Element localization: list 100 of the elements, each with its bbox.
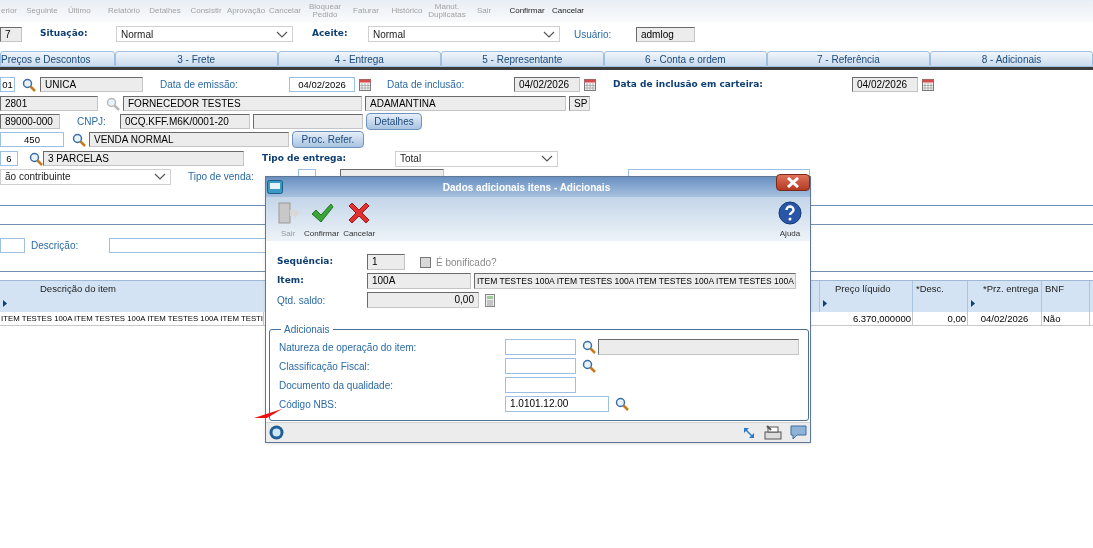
calendar-icon[interactable] [584,78,596,91]
field-label: Data de inclusão: [387,78,465,92]
dropdown[interactable]: Normal [368,26,560,42]
readonly-field[interactable]: admlog [636,26,695,42]
field-label: Tipo de venda: [188,170,254,184]
field-label: Documento da qualidade: [279,378,394,393]
tab[interactable]: 7 - Referência [766,51,930,67]
triangle-icon [3,300,7,308]
chevron-icon [541,155,553,162]
chevron-icon [276,30,288,38]
readonly-field[interactable]: 2801 [0,96,98,111]
input-field[interactable]: 1.0101.12.00 [505,396,609,412]
table-cell: 6.370,000000 [820,312,913,325]
field-label: Data de emissão: [160,78,238,92]
speech-bubble-icon[interactable] [790,425,807,440]
field-label: Descrição: [31,238,79,253]
readonly-field[interactable]: 0CQ.KFF.M6K/0001-20 [120,114,250,129]
window-icon [267,180,283,194]
calendar-icon[interactable] [359,78,371,91]
tab[interactable]: 4 - Entrega [277,51,441,67]
printer-icon[interactable] [764,424,782,441]
readonly-field[interactable]: 0,00 [367,292,479,308]
readonly-field[interactable]: ADAMANTINA [365,96,566,111]
dropdown[interactable]: ão contribuinte [0,168,171,185]
readonly-field[interactable]: UNICA [40,77,143,92]
readonly-field[interactable]: FORNECEDOR TESTES [123,96,362,111]
readonly-field[interactable]: SP [569,96,590,111]
search-icon[interactable] [22,77,36,92]
input-field[interactable]: 6 [0,151,18,166]
readonly-field[interactable]: 1 [367,254,405,270]
toolbar-button[interactable]: Cancelar [341,201,378,240]
close-button[interactable] [776,174,810,191]
search-icon[interactable] [582,359,596,373]
column-header[interactable]: *Desc. [913,281,968,312]
triangle-icon [823,300,827,308]
action-button[interactable]: Detalhes [366,113,422,130]
checkmark-icon [309,201,334,225]
search-icon[interactable] [29,151,43,166]
field-label: Classificação Fiscal: [279,359,371,374]
field-label: Qtd. saldo: [277,293,327,308]
globe-icon[interactable] [269,425,284,440]
readonly-field[interactable]: 100A [367,273,471,289]
field-label: Código NBS: [279,397,338,412]
help-button[interactable]: Ajuda [778,201,802,240]
readonly-field[interactable] [253,114,363,129]
readonly-field[interactable]: 3 PARCELAS [43,151,244,166]
input-field[interactable] [505,358,576,374]
input-field[interactable]: 450 [0,132,64,147]
action-button[interactable]: Proc. Refer. [292,131,364,148]
column-header[interactable]: Preço líquido [820,281,913,312]
tab[interactable]: 3 - Frete [114,51,278,67]
search-icon[interactable] [72,132,86,147]
help-icon [778,201,802,225]
checkbox[interactable] [420,256,431,268]
dropdown[interactable]: Total [395,150,558,167]
field-label: Tipo de entrega: [262,151,347,165]
group-title: Adicionais [283,323,331,337]
column-header[interactable]: BNF [1042,281,1090,312]
input-field[interactable]: 04/02/2026 [289,77,355,92]
toolbar-button[interactable]: Cancelar [550,7,586,15]
readonly-field[interactable]: VENDA NORMAL [89,132,289,147]
field-label: Item: [277,274,305,288]
tab[interactable]: 6 - Conta e ordem [603,51,767,67]
input-field[interactable] [505,377,576,393]
chevron-icon [154,173,166,180]
table-cell: Não [1042,312,1090,325]
readonly-field[interactable]: ITEM TESTES 100A ITEM TESTES 100A ITEM TESTES 100A ITEM TESTES 100A [474,273,796,289]
toolbar-button[interactable]: Confirmar [302,201,342,240]
toolbar-button[interactable]: Confirmar [506,7,548,15]
readonly-field[interactable]: 04/02/2026 [852,77,918,92]
table-cell: 0,00 [913,312,968,325]
readonly-field[interactable] [598,339,799,355]
field-label: Aceite: [312,27,348,41]
readonly-field[interactable]: 89000-000 [0,114,60,129]
readonly-field[interactable]: 7 [0,26,22,42]
triangle-icon [971,300,975,308]
field-label: Situação: [40,27,88,41]
table-cell: 04/02/2026 [968,312,1042,325]
search-icon[interactable] [615,397,629,411]
tab[interactable]: 5 - Representante [440,51,604,67]
readonly-field[interactable]: 04/02/2026 [514,77,580,92]
search-icon[interactable] [582,340,596,354]
field-label: CNPJ: [77,115,106,129]
tab[interactable]: Preços e Descontos [0,51,115,67]
input-field[interactable]: 01 [0,77,15,92]
calendar-icon[interactable] [922,78,934,91]
door-icon [276,201,300,225]
window-title: Dados adicionais itens - Adicionais [441,180,612,195]
calculator-icon[interactable] [485,293,495,307]
field-label: Natureza de operação do item: [279,340,418,355]
input-field[interactable] [0,237,25,253]
input-field[interactable] [505,339,576,355]
field-label: Usuário: [574,27,612,42]
checkbox-label: É bonificado? [436,255,497,270]
field-label: Data de inclusão em carteira: [613,77,763,91]
dropdown[interactable]: Normal [116,26,293,42]
column-header[interactable]: *Prz. entrega [968,281,1042,312]
pointer-arrow [254,409,282,419]
tab[interactable]: 8 - Adicionais [929,51,1093,67]
resize-arrow-icon[interactable] [742,425,756,440]
